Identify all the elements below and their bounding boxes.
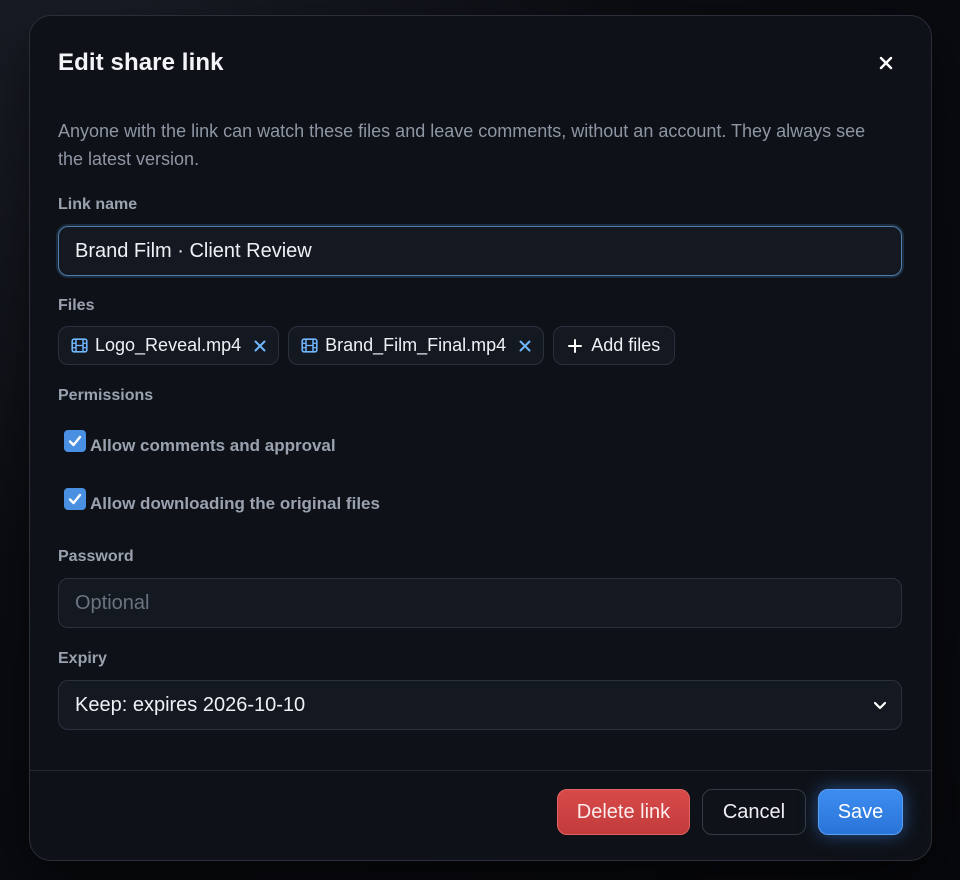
add-files-label: Add files [591, 335, 661, 355]
plus-icon [568, 338, 583, 353]
save-button[interactable]: Save [818, 789, 903, 835]
file-chip-name: Logo_Reveal.mp4 [95, 335, 242, 355]
link-name-label: Link name [58, 196, 138, 213]
dialog-description: Anyone with the link can watch these fil… [58, 121, 866, 169]
edit-share-link-dialog: Edit share link Anyone with the link can… [29, 15, 932, 861]
dialog-title: Edit share link [58, 49, 224, 76]
dialog-header: Edit share link [58, 46, 903, 80]
checkmark-icon [68, 435, 82, 447]
film-icon [301, 337, 318, 354]
file-chip: Logo_Reveal.mp4 [58, 326, 280, 365]
link-name-input[interactable] [58, 226, 902, 276]
permission-download-row: Allow downloading the original files [64, 488, 380, 514]
allow-comments-label: Allow comments and approval [90, 436, 336, 455]
delete-link-button[interactable]: Delete link [557, 789, 690, 835]
permission-comments-row: Allow comments and approval [64, 430, 336, 456]
remove-icon [519, 340, 531, 351]
add-files-button[interactable]: Add files [553, 326, 676, 365]
remove-icon [254, 340, 266, 351]
cancel-button[interactable]: Cancel [702, 789, 806, 835]
checkmark-icon [68, 493, 82, 505]
permissions-label: Permissions [58, 387, 154, 404]
close-icon [879, 56, 893, 70]
password-label: Password [58, 548, 134, 565]
dialog-footer: Delete link Cancel Save [557, 789, 903, 835]
allow-comments-checkbox[interactable] [64, 430, 86, 452]
files-label: Files [58, 297, 95, 314]
footer-divider [30, 770, 931, 771]
allow-download-label: Allow downloading the original files [90, 494, 380, 513]
file-chip: Brand_Film_Final.mp4 [288, 326, 545, 365]
remove-file-button[interactable] [254, 340, 266, 352]
file-chip-list: Logo_Reveal.mp4 Brand_Film_Final.mp4 Add… [58, 326, 676, 366]
expiry-select[interactable]: Keep: expires 2026-10-10 [58, 680, 902, 730]
expiry-selected-value: Keep: expires 2026-10-10 [75, 693, 306, 716]
allow-download-checkbox[interactable] [64, 488, 86, 510]
file-chip-name: Brand_Film_Final.mp4 [325, 335, 507, 355]
remove-file-button[interactable] [519, 340, 531, 352]
expiry-label: Expiry [58, 650, 107, 667]
chevron-down-icon [873, 701, 887, 710]
password-input[interactable] [58, 578, 902, 628]
film-icon [71, 337, 88, 354]
close-button[interactable] [869, 46, 903, 80]
